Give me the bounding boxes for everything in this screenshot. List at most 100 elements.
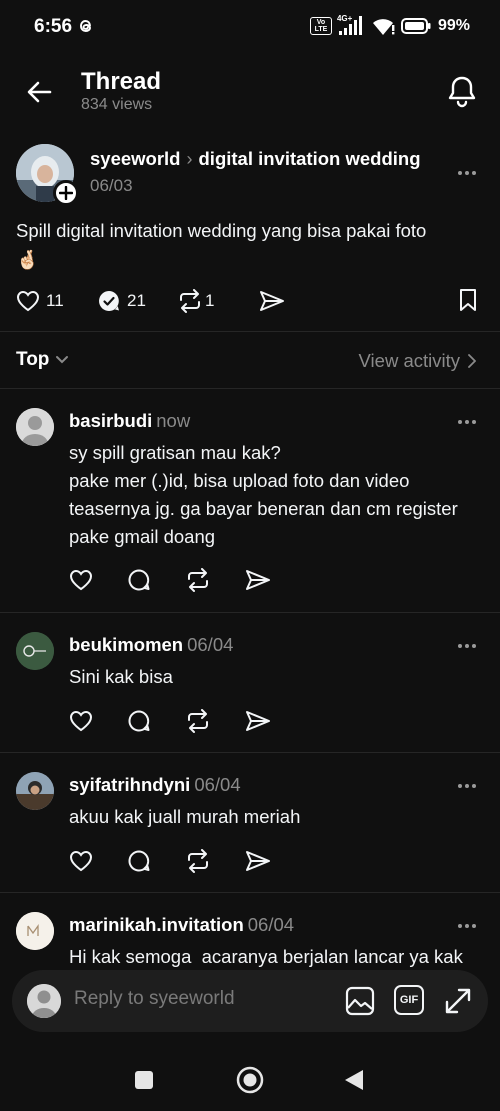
reply-avatar[interactable] <box>16 772 54 810</box>
heart-icon <box>69 850 93 872</box>
heart-icon <box>69 569 93 591</box>
sort-label: Top <box>16 349 50 370</box>
notifications-button[interactable] <box>446 74 478 108</box>
expand-button[interactable] <box>443 986 473 1016</box>
repost-button[interactable]: 1 <box>177 289 259 313</box>
repost-button[interactable] <box>185 849 211 873</box>
reply-avatar[interactable] <box>16 632 54 670</box>
reply-avatar[interactable] <box>16 912 54 950</box>
heart-icon <box>16 290 40 312</box>
back-button[interactable] <box>24 76 56 108</box>
reply-count: 21 <box>127 291 146 310</box>
reply-more-button[interactable] <box>458 641 482 651</box>
post-author-name[interactable]: syeeworld <box>90 148 181 170</box>
post-more-button[interactable] <box>458 168 482 178</box>
reply-more-button[interactable] <box>458 417 482 427</box>
share-button[interactable] <box>245 710 271 732</box>
reply-more-button[interactable] <box>458 921 482 931</box>
repost-button[interactable] <box>185 568 211 592</box>
post-emoji: 🤞🏻 <box>16 249 40 270</box>
reply-author[interactable]: marinikah.invitation <box>69 914 244 935</box>
reply-author[interactable]: basirbudi <box>69 410 152 431</box>
share-button[interactable] <box>245 850 271 872</box>
reply-more-button[interactable] <box>458 781 482 791</box>
reply-avatar[interactable] <box>16 408 54 446</box>
like-count: 11 <box>46 291 64 310</box>
bell-icon <box>448 76 476 108</box>
reply-item: basirbudi now sy spill gratisan mau kak? … <box>0 388 500 612</box>
gif-button[interactable]: GIF <box>394 985 424 1015</box>
heart-icon <box>69 710 93 732</box>
like-button[interactable] <box>69 569 93 591</box>
battery-percent: 99% <box>437 17 470 34</box>
chevron-right-icon <box>468 354 476 368</box>
home-button[interactable] <box>236 1066 264 1094</box>
like-button[interactable] <box>69 710 93 732</box>
my-avatar <box>27 984 61 1018</box>
reply-item: marinikah.invitation 06/04 Hi kak semoga … <box>0 892 500 970</box>
chevron-down-icon <box>56 356 69 364</box>
circle-home-icon <box>236 1066 264 1094</box>
default-avatar-icon <box>16 408 54 446</box>
comment-icon <box>128 710 150 732</box>
reply-text: sy spill gratisan mau kak? pake mer (.)i… <box>69 442 458 547</box>
comment-button[interactable] <box>127 568 151 592</box>
like-button[interactable] <box>69 850 93 872</box>
reply-item: beukimomen 06/04 Sini kak bisa <box>0 612 500 752</box>
repost-count: 1 <box>205 291 215 310</box>
reply-time: 06/04 <box>187 634 234 655</box>
sort-dropdown[interactable]: Top <box>16 349 69 371</box>
expand-icon <box>445 988 471 1014</box>
repost-icon <box>188 849 208 873</box>
views-count: 834 views <box>81 96 153 113</box>
view-activity-link[interactable]: View activity <box>359 350 476 372</box>
image-icon <box>345 986 375 1016</box>
post-actions: 11 21 1 <box>16 286 484 316</box>
volte-icon: Vo LTE <box>309 17 332 35</box>
post-author-line: syeeworld › digital invitation wedding <box>90 148 421 170</box>
reply-time: 06/04 <box>247 914 295 935</box>
signal-icon: 4G+ <box>337 14 367 36</box>
status-icons: Vo LTE 4G+ 99% <box>309 14 470 36</box>
back-nav-button[interactable] <box>344 1069 364 1091</box>
reply-author[interactable]: beukimomen <box>69 634 183 655</box>
repost-icon <box>188 709 208 733</box>
share-button[interactable] <box>259 290 285 312</box>
share-button[interactable] <box>245 569 271 591</box>
reply-header: marinikah.invitation 06/04 <box>69 914 294 936</box>
reply-actions <box>69 568 271 592</box>
divider <box>0 331 500 332</box>
top-bar: Thread 834 views <box>0 60 500 124</box>
comment-button[interactable] <box>127 709 151 733</box>
brand-logo-avatar <box>16 632 54 670</box>
bookmark-icon <box>460 289 476 311</box>
send-icon <box>246 570 270 590</box>
arrow-left-icon <box>27 81 52 103</box>
comment-icon <box>128 850 150 872</box>
reply-button[interactable]: 21 <box>97 289 177 313</box>
reply-time: now <box>156 410 191 431</box>
reply-author[interactable]: syifatrihndyni <box>69 774 190 795</box>
follow-button[interactable] <box>53 180 79 206</box>
like-button[interactable]: 11 <box>16 290 97 312</box>
repost-button[interactable] <box>185 709 211 733</box>
reply-actions <box>69 849 271 873</box>
reply-header: beukimomen 06/04 <box>69 634 233 656</box>
post-body: Spill digital invitation wedding yang bi… <box>16 220 427 241</box>
system-nav-bar <box>0 1050 500 1111</box>
comment-button[interactable] <box>127 849 151 873</box>
reply-time: 06/04 <box>194 774 241 795</box>
triangle-back-icon <box>345 1070 363 1090</box>
recents-button[interactable] <box>134 1070 154 1090</box>
gif-icon: GIF <box>394 985 424 1015</box>
attach-image-button[interactable] <box>345 986 375 1016</box>
reply-input[interactable] <box>74 988 324 1010</box>
post-topic-tag[interactable]: digital invitation wedding <box>199 148 421 170</box>
post-text: Spill digital invitation wedding yang bi… <box>16 216 486 274</box>
bookmark-button[interactable] <box>458 288 478 312</box>
wifi-icon <box>372 17 396 35</box>
send-icon <box>246 851 270 871</box>
reply-text: Hi kak semoga acaranya berjalan lancar y… <box>69 946 463 967</box>
threads-notification-icon <box>78 17 94 35</box>
status-bar: 6:56 Vo LTE 4G+ 99% <box>0 0 500 52</box>
